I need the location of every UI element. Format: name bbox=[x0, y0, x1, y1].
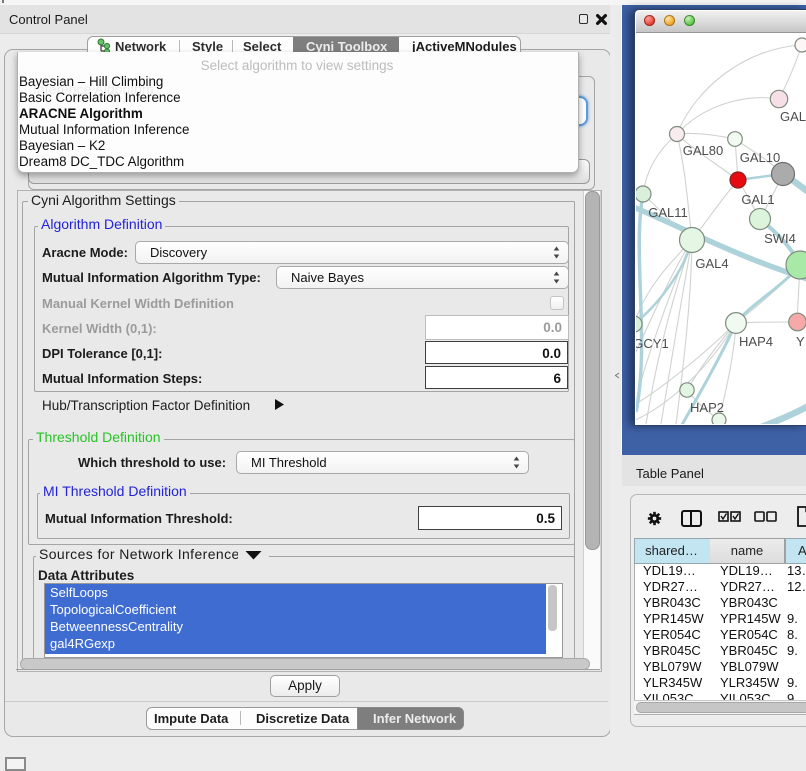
svg-text:Y: Y bbox=[796, 334, 805, 349]
svg-text:GAL2: GAL2 bbox=[780, 109, 806, 124]
svg-text:GAL10: GAL10 bbox=[740, 150, 780, 165]
svg-text:HAP4: HAP4 bbox=[739, 334, 773, 349]
svg-text:SWI4: SWI4 bbox=[764, 231, 796, 246]
svg-text:GCY1: GCY1 bbox=[636, 336, 669, 351]
svg-text:GAL4: GAL4 bbox=[695, 256, 728, 271]
svg-text:GAL80: GAL80 bbox=[683, 143, 723, 158]
svg-text:GAL1: GAL1 bbox=[741, 192, 774, 207]
svg-text:HAP2: HAP2 bbox=[690, 400, 724, 415]
svg-text:GAL11: GAL11 bbox=[648, 205, 688, 220]
